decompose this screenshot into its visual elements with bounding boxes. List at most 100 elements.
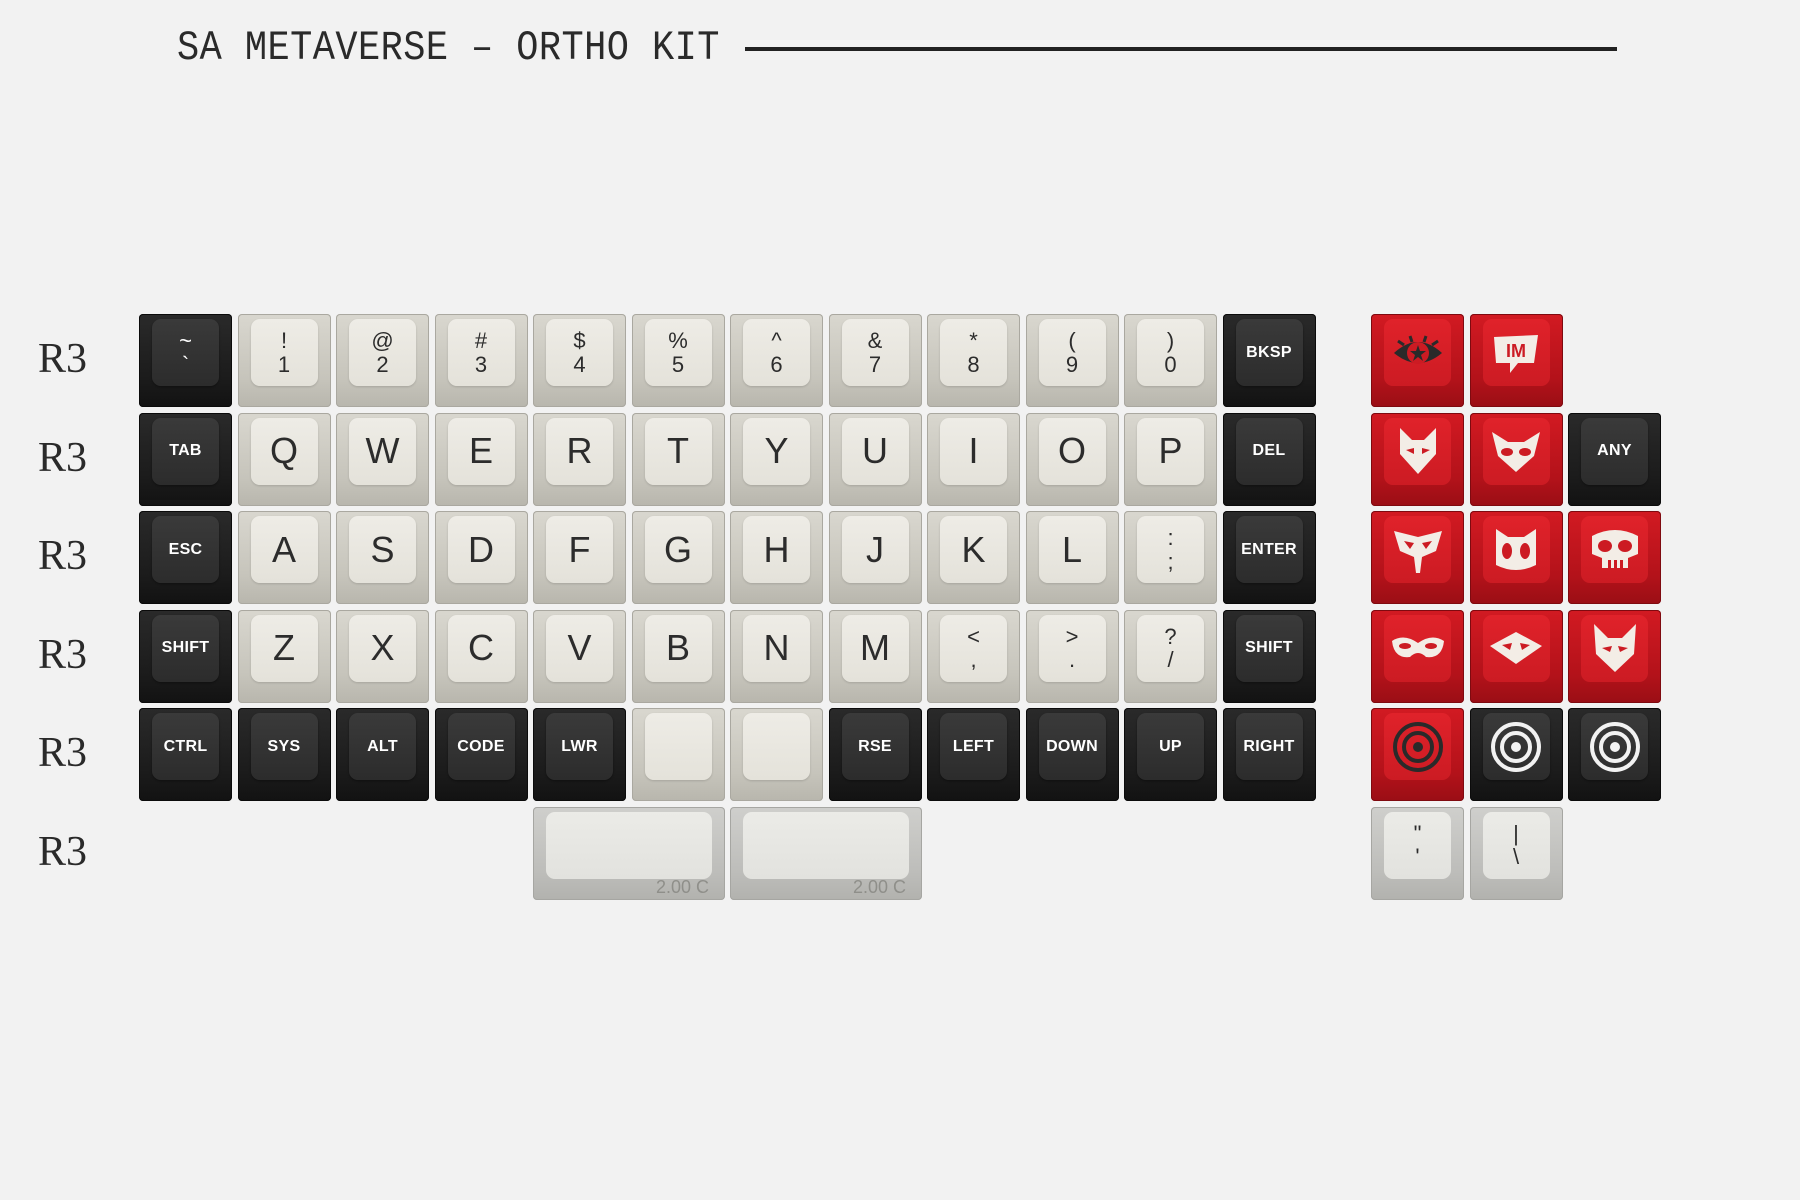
key-legend: B bbox=[665, 627, 690, 668]
key-blank[interactable]: ~ ` bbox=[139, 314, 232, 407]
key-m[interactable]: M bbox=[828, 609, 922, 703]
keycap-face: SHIFT bbox=[152, 614, 219, 682]
key-cat-face-icon[interactable] bbox=[1469, 511, 1563, 604]
key-skull-mask-icon[interactable] bbox=[1371, 511, 1464, 604]
key-blank[interactable] bbox=[730, 708, 823, 801]
key-6[interactable]: ^ 6 bbox=[730, 314, 823, 407]
spacebar-key[interactable]: 2.00 C bbox=[730, 806, 922, 900]
key-blank[interactable]: ? / bbox=[1124, 609, 1217, 703]
key-enter[interactable]: ENTER bbox=[1222, 511, 1316, 604]
key-z[interactable]: Z bbox=[237, 609, 331, 703]
key-sys[interactable]: SYS bbox=[237, 708, 331, 801]
key-8[interactable]: * 8 bbox=[927, 314, 1020, 407]
keycap-face: Z bbox=[250, 614, 318, 682]
key-any[interactable]: ANY bbox=[1568, 412, 1661, 506]
key-v[interactable]: V bbox=[533, 609, 626, 703]
key-im-logo-icon[interactable]: IM bbox=[1469, 314, 1563, 407]
key-n[interactable]: N bbox=[730, 609, 823, 703]
key-legend: 2 bbox=[376, 351, 389, 377]
key-5[interactable]: % 5 bbox=[631, 314, 725, 407]
key-fox-mask-icon[interactable] bbox=[1371, 412, 1464, 506]
spacebar-key[interactable]: 2.00 C bbox=[533, 806, 725, 900]
key-2[interactable]: @2 bbox=[336, 314, 429, 407]
key-y[interactable]: Y bbox=[730, 412, 823, 506]
key-a[interactable]: A bbox=[237, 511, 331, 604]
row-label: R3 bbox=[38, 533, 88, 579]
key-f[interactable]: F bbox=[533, 511, 626, 604]
key-d[interactable]: D bbox=[434, 511, 528, 604]
key-s[interactable]: S bbox=[336, 511, 429, 604]
key-x[interactable]: X bbox=[336, 609, 429, 703]
key-pipe[interactable]: | \ bbox=[1469, 806, 1563, 900]
key-blank[interactable] bbox=[631, 708, 725, 801]
key-lwr[interactable]: LWR bbox=[533, 708, 626, 801]
key-white-target-icon[interactable] bbox=[1568, 708, 1661, 801]
key-blank[interactable]: :; bbox=[1124, 511, 1217, 604]
key-del[interactable]: DEL bbox=[1222, 412, 1316, 506]
key-domino-mask-icon[interactable] bbox=[1371, 609, 1464, 703]
key-diamond-mask-icon[interactable] bbox=[1469, 609, 1563, 703]
key-white-target-icon[interactable] bbox=[1469, 708, 1563, 801]
key-k[interactable]: K bbox=[927, 511, 1020, 604]
key-legend: CODE bbox=[457, 737, 505, 755]
key-i[interactable]: I bbox=[927, 412, 1020, 506]
key-o[interactable]: O bbox=[1025, 412, 1119, 506]
key-alt[interactable]: ALT bbox=[336, 708, 429, 801]
key-eye-star-icon[interactable] bbox=[1371, 314, 1464, 407]
key-bksp[interactable]: BKSP bbox=[1222, 314, 1316, 407]
keycap-face: UP bbox=[1137, 713, 1204, 780]
key-esc[interactable]: ESC bbox=[139, 511, 232, 604]
key-w[interactable]: W bbox=[336, 412, 429, 506]
key-blank[interactable]: >. bbox=[1025, 609, 1119, 703]
key-0[interactable]: ) 0 bbox=[1124, 314, 1217, 407]
key-p[interactable]: P bbox=[1124, 412, 1217, 506]
key-left[interactable]: LEFT bbox=[927, 708, 1020, 801]
white-target-icon bbox=[1589, 721, 1641, 773]
key-l[interactable]: L bbox=[1025, 511, 1119, 604]
key-skull-icon[interactable] bbox=[1568, 511, 1661, 604]
key-devil-cat-icon[interactable] bbox=[1568, 609, 1661, 703]
key-quote[interactable]: " ' bbox=[1371, 806, 1464, 900]
keycap-face: Q bbox=[250, 417, 318, 485]
keycap-face: O bbox=[1038, 417, 1106, 485]
key-r[interactable]: R bbox=[533, 412, 626, 506]
key-g[interactable]: G bbox=[631, 511, 725, 604]
key-legend: ` bbox=[181, 351, 190, 377]
keycap-face: $4 bbox=[546, 319, 613, 386]
skull-mask-icon bbox=[1392, 525, 1444, 575]
keycap-face: F bbox=[546, 516, 613, 583]
key-up[interactable]: UP bbox=[1124, 708, 1217, 801]
keycap-face bbox=[1482, 713, 1550, 780]
key-red-target-icon[interactable] bbox=[1371, 708, 1464, 801]
keycap-face: A bbox=[250, 516, 318, 583]
key-e[interactable]: E bbox=[434, 412, 528, 506]
key-shift[interactable]: SHIFT bbox=[139, 609, 232, 703]
key-u[interactable]: U bbox=[828, 412, 922, 506]
key-4[interactable]: $4 bbox=[533, 314, 626, 407]
key-9[interactable]: (9 bbox=[1025, 314, 1119, 407]
key-cat-mask-icon[interactable] bbox=[1469, 412, 1563, 506]
key-tab[interactable]: TAB bbox=[139, 412, 232, 506]
key-7[interactable]: & 7 bbox=[828, 314, 922, 407]
key-code[interactable]: CODE bbox=[434, 708, 528, 801]
keycap-face bbox=[1581, 614, 1648, 682]
key-q[interactable]: Q bbox=[237, 412, 331, 506]
key-rse[interactable]: RSE bbox=[828, 708, 922, 801]
key-legend: ^ bbox=[771, 328, 782, 354]
key-t[interactable]: T bbox=[631, 412, 725, 506]
key-h[interactable]: H bbox=[730, 511, 823, 604]
key-ctrl[interactable]: CTRL bbox=[139, 708, 232, 801]
keycap-face bbox=[1581, 516, 1648, 583]
key-blank[interactable]: <, bbox=[927, 609, 1020, 703]
key-1[interactable]: ! 1 bbox=[237, 314, 331, 407]
key-right[interactable]: RIGHT bbox=[1222, 708, 1316, 801]
keycap-face: ENTER bbox=[1235, 516, 1303, 583]
key-c[interactable]: C bbox=[434, 609, 528, 703]
key-j[interactable]: J bbox=[828, 511, 922, 604]
keycap-face: ^ 6 bbox=[743, 319, 810, 386]
key-3[interactable]: #3 bbox=[434, 314, 528, 407]
key-b[interactable]: B bbox=[631, 609, 725, 703]
key-legend: % bbox=[668, 328, 688, 354]
key-shift[interactable]: SHIFT bbox=[1222, 609, 1316, 703]
key-down[interactable]: DOWN bbox=[1025, 708, 1119, 801]
